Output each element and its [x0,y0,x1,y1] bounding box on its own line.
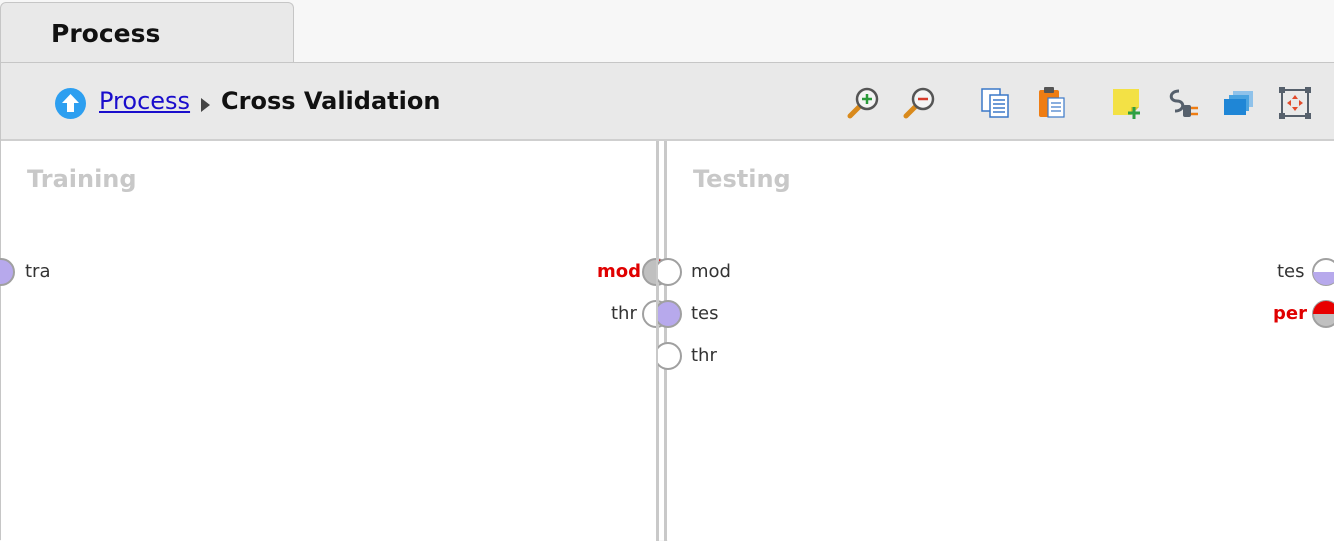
zoom-out-icon[interactable] [901,85,937,121]
port-label: thr [611,303,637,324]
process-tab[interactable]: Process [0,2,294,62]
tab-label: Process [51,19,161,48]
testing-panel[interactable]: Testing mod tes thr tes per [658,141,1334,541]
port-label: tes [1277,261,1305,282]
layers-icon[interactable] [1221,85,1257,121]
testing-input-port-tes[interactable] [658,296,694,332]
port-label: tes [691,303,719,324]
testing-input-port-thr[interactable] [658,338,694,374]
training-panel[interactable]: Training tra mod thr [0,141,670,541]
testing-input-port-mod[interactable] [658,254,694,290]
training-input-port-tra[interactable] [0,254,19,290]
breadcrumb-parent-link[interactable]: Process [99,87,190,115]
testing-output-port-tes[interactable] [1302,254,1334,290]
testing-output-port-per[interactable] [1302,296,1334,332]
testing-title: Testing [693,165,791,193]
zoom-in-icon[interactable] [845,85,881,121]
port-label: mod [597,261,642,282]
auto-wire-icon[interactable] [1165,85,1201,121]
add-note-icon[interactable] [1109,85,1145,121]
copy-icon[interactable] [978,85,1014,121]
fit-view-icon[interactable] [1277,85,1313,121]
toolbar: Process Cross Validation [1,63,1334,141]
process-view: Process Cross Validation Training tra mo… [0,62,1334,541]
breadcrumb-current: Cross Validation [221,87,441,115]
paste-icon[interactable] [1035,85,1071,121]
navigate-up-icon[interactable] [55,88,86,119]
training-title: Training [27,165,137,193]
breadcrumb-separator-icon [201,98,210,112]
port-label: mod [691,261,731,282]
port-label: tra [25,261,51,282]
port-label: thr [691,345,717,366]
